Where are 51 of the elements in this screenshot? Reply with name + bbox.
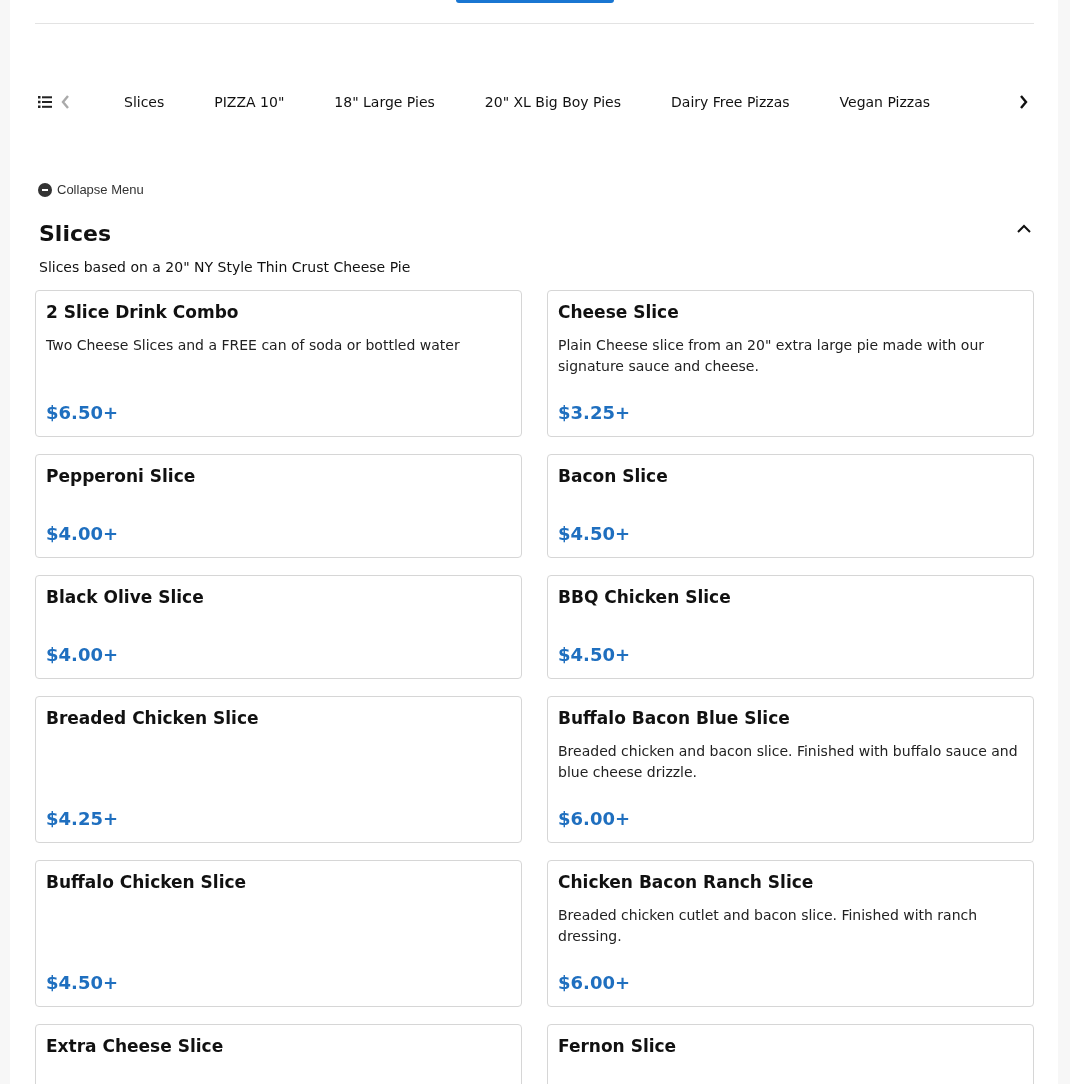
item-price: $3.25+ — [558, 402, 632, 424]
item-name: Black Olive Slice — [46, 586, 205, 608]
category-tab[interactable]: 18" Large Pies — [309, 88, 460, 116]
item-name: Bacon Slice — [558, 465, 669, 487]
item-price: $4.50+ — [46, 972, 120, 994]
item-name: Chicken Bacon Ranch Slice — [558, 871, 815, 893]
menu-item-card[interactable]: Extra Cheese Slice — [35, 1024, 522, 1084]
menu-item-card[interactable]: Pepperoni Slice $4.00+ — [35, 454, 522, 558]
menu-item-card[interactable]: Breaded Chicken Slice $4.25+ — [35, 696, 522, 843]
menu-item-card[interactable]: BBQ Chicken Slice $4.50+ — [547, 575, 1034, 679]
item-name: Fernon Slice — [558, 1035, 678, 1057]
item-price: $6.00+ — [558, 808, 632, 830]
menu-item-card[interactable]: Buffalo Bacon Blue Slice Breaded chicken and bacon slice. Finished with buffalo sauce and blue cheese drizzle. $6.00+ — [547, 696, 1034, 843]
item-description: Breaded chicken and bacon slice. Finished with buffalo sauce and blue cheese drizzle. — [558, 742, 1019, 782]
list-icon[interactable] — [38, 96, 52, 108]
item-price: $6.00+ — [558, 972, 632, 994]
item-price: $4.00+ — [46, 644, 120, 666]
item-price: $4.50+ — [558, 523, 632, 545]
item-price: $4.25+ — [46, 808, 120, 830]
chevron-up-icon[interactable] — [1017, 223, 1031, 233]
collapse-menu-link[interactable]: Collapse Menu — [57, 182, 144, 197]
menu-item-card[interactable]: Buffalo Chicken Slice $4.50+ — [35, 860, 522, 1007]
menu-item-card[interactable]: 2 Slice Drink Combo Two Cheese Slices and a FREE can of soda or bottled water $6.50+ — [35, 290, 522, 437]
section-subtitle: Slices based on a 20" NY Style Thin Crust Cheese Pie — [38, 258, 412, 276]
item-price: $4.50+ — [558, 644, 632, 666]
menu-item-card[interactable]: Bacon Slice $4.50+ — [547, 454, 1034, 558]
menu-item-card[interactable]: Black Olive Slice $4.00+ — [35, 575, 522, 679]
item-name: Pepperoni Slice — [46, 465, 197, 487]
category-tab[interactable]: Dairy Free Pizzas — [646, 88, 815, 116]
item-description: Two Cheese Slices and a FREE can of soda or bottled water — [46, 336, 461, 355]
category-tab[interactable]: Slices — [114, 88, 190, 116]
item-name: 2 Slice Drink Combo — [46, 301, 240, 323]
item-name: Cheese Slice — [558, 301, 680, 323]
item-description: Breaded chicken cutlet and bacon slice. Finished with ranch dressing. — [558, 906, 979, 946]
item-price: $6.50+ — [46, 402, 120, 424]
item-name: Breaded Chicken Slice — [46, 707, 260, 729]
section-title: Slices — [39, 220, 111, 248]
minus-circle-icon[interactable] — [38, 182, 52, 197]
item-name: BBQ Chicken Slice — [558, 586, 732, 608]
item-description: Plain Cheese slice from an 20" extra large pie made with our signature sauce and cheese. — [558, 336, 986, 376]
item-price: $4.00+ — [46, 523, 120, 545]
category-tab[interactable]: 20" XL Big Boy Pies — [459, 88, 647, 116]
item-name: Buffalo Bacon Blue Slice — [558, 707, 791, 729]
category-tab[interactable]: PIZZA 10" — [189, 88, 310, 116]
item-name: Extra Cheese Slice — [46, 1035, 225, 1057]
item-name: Buffalo Chicken Slice — [46, 871, 248, 893]
menu-item-card[interactable]: Fernon Slice — [547, 1024, 1034, 1084]
menu-item-card[interactable]: Chicken Bacon Ranch Slice Breaded chicken cutlet and bacon slice. Finished with ranch dressing. $6.00+ — [547, 860, 1034, 1007]
menu-item-card[interactable]: Cheese Slice Plain Cheese slice from an 20" extra large pie made with our signature sauce and cheese. $3.25+ — [547, 290, 1034, 437]
chevron-right-icon[interactable] — [1019, 95, 1028, 109]
category-tab[interactable]: Vegan Pizzas — [814, 88, 956, 116]
